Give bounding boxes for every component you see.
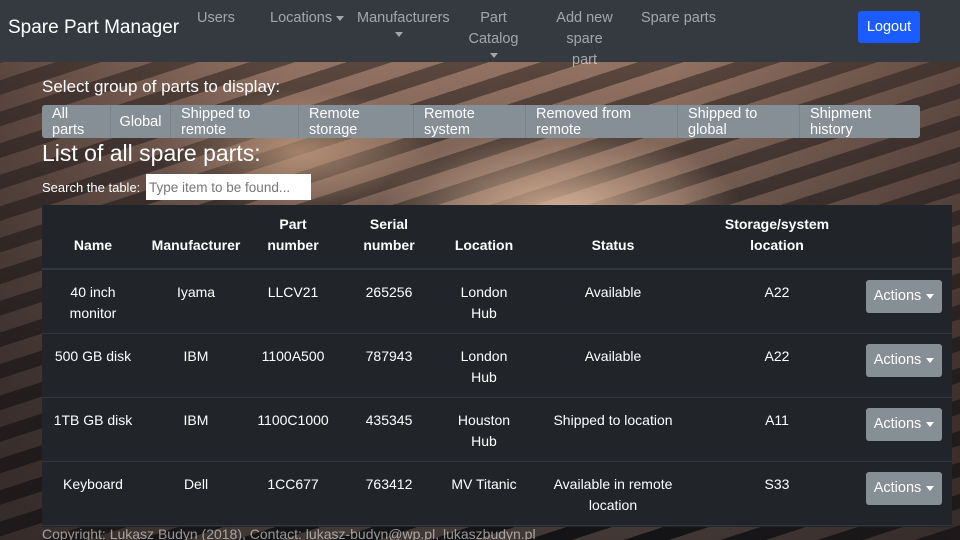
cell-actions: Actions bbox=[856, 269, 952, 334]
filter-remote-system-button[interactable]: Remote system bbox=[414, 105, 526, 138]
actions-dropdown-button[interactable]: Actions bbox=[866, 471, 942, 505]
cell-manufacturer: Dell bbox=[144, 461, 248, 526]
cell-part-number: LLCV21 bbox=[248, 269, 338, 334]
cell-storage-location: S33 bbox=[698, 461, 856, 526]
nav-manufacturers-label: Manufacturers bbox=[357, 10, 450, 26]
column-header-part-number[interactable]: Part number bbox=[248, 205, 338, 270]
caret-down-icon bbox=[926, 421, 935, 427]
caret-down-icon bbox=[926, 485, 935, 491]
cell-storage-location: A22 bbox=[698, 269, 856, 334]
filter-heading: Select group of parts to display: bbox=[42, 77, 281, 96]
logout-button[interactable]: Logout bbox=[858, 11, 920, 43]
cell-location: MV Titanic bbox=[440, 461, 528, 526]
cell-status: Available bbox=[528, 269, 698, 334]
cell-actions: Actions bbox=[856, 397, 952, 462]
cell-name: 40 inch monitor bbox=[42, 269, 144, 334]
cell-part-number: 1CC677 bbox=[248, 461, 338, 526]
actions-dropdown-button[interactable]: Actions bbox=[866, 407, 942, 441]
caret-down-icon bbox=[926, 357, 935, 363]
cell-serial-number: 787943 bbox=[338, 333, 440, 398]
cell-status: Available bbox=[528, 333, 698, 398]
cell-location: London Hub bbox=[440, 333, 528, 398]
column-header-status[interactable]: Status bbox=[528, 205, 698, 270]
cell-serial-number: 435345 bbox=[338, 397, 440, 462]
cell-storage-location: A22 bbox=[698, 333, 856, 398]
filter-shipment-history-button[interactable]: Shipment history bbox=[800, 105, 920, 138]
column-header-serial-number[interactable]: Serial number bbox=[338, 205, 440, 270]
table-row: Keyboard Dell 1CC677 763412 MV Titanic A… bbox=[42, 461, 952, 526]
search-label: Search the table: bbox=[42, 180, 141, 195]
column-header-manufacturer[interactable]: Manufacturer bbox=[144, 205, 248, 270]
nav-part-catalog-label: Part Catalog bbox=[468, 10, 519, 47]
column-header-storage-location[interactable]: Storage/system location bbox=[698, 205, 856, 270]
cell-serial-number: 265256 bbox=[338, 269, 440, 334]
nav-add-new-label-line2: spare part bbox=[566, 31, 603, 68]
column-header-name[interactable]: Name bbox=[42, 205, 144, 270]
filter-shipped-to-global-button[interactable]: Shipped to global bbox=[678, 105, 800, 138]
caret-down-icon bbox=[926, 294, 935, 299]
navbar: Spare Part Manager Users Locations Manuf… bbox=[0, 0, 960, 68]
parts-table: Name Manufacturer Part number Serial numbe… bbox=[42, 205, 952, 526]
nav-add-new-label-line1: Add new bbox=[556, 10, 613, 26]
brand[interactable]: Spare Part Manager bbox=[8, 17, 179, 39]
table-row: 40 inch monitor Iyama LLCV21 265256 Londo… bbox=[42, 269, 952, 334]
footer-copyright: Copyright: Lukasz Budyn (2018), Contact:… bbox=[42, 526, 536, 540]
filter-button-group: All parts Global Shipped to remote Remot… bbox=[42, 105, 920, 138]
list-title: List of all spare parts: bbox=[42, 140, 261, 166]
cell-manufacturer: Iyama bbox=[144, 269, 248, 334]
actions-dropdown-button[interactable]: Actions bbox=[866, 280, 942, 313]
nav-users[interactable]: Users bbox=[197, 8, 235, 29]
nav-part-catalog[interactable]: Part Catalog bbox=[457, 8, 530, 60]
actions-dropdown-button[interactable]: Actions bbox=[866, 343, 942, 377]
cell-storage-location: A11 bbox=[698, 397, 856, 462]
cell-manufacturer: IBM bbox=[144, 333, 248, 398]
search-input[interactable] bbox=[146, 174, 311, 200]
table-row: 500 GB disk IBM 1100A500 787943 London Hu… bbox=[42, 333, 952, 398]
nav-add-new-spare-part[interactable]: Add new spare part bbox=[553, 8, 616, 71]
cell-part-number: 1100A500 bbox=[248, 333, 338, 398]
nav-users-label: Users bbox=[197, 10, 235, 26]
nav-manufacturers[interactable]: Manufacturers bbox=[357, 8, 450, 39]
chevron-down-icon bbox=[395, 31, 403, 37]
filter-removed-from-remote-button[interactable]: Removed from remote bbox=[526, 105, 678, 138]
column-header-location[interactable]: Location bbox=[440, 205, 528, 270]
filter-global-button[interactable]: Global bbox=[111, 105, 171, 138]
filter-remote-storage-button[interactable]: Remote storage bbox=[299, 105, 414, 138]
nav-locations-label: Locations bbox=[270, 10, 333, 26]
nav-spare-parts[interactable]: Spare parts bbox=[641, 8, 716, 29]
chevron-down-icon bbox=[489, 52, 498, 58]
cell-name: 500 GB disk bbox=[42, 333, 144, 398]
nav-spare-parts-label: Spare parts bbox=[641, 10, 716, 26]
nav-locations[interactable]: Locations bbox=[270, 8, 345, 29]
filter-all-parts-button[interactable]: All parts bbox=[42, 105, 111, 138]
table-row: 1TB GB disk IBM 1100C1000 435345 Houston… bbox=[42, 397, 952, 462]
filter-shipped-to-remote-button[interactable]: Shipped to remote bbox=[171, 105, 299, 138]
cell-status: Available in remote location bbox=[528, 461, 698, 526]
cell-serial-number: 763412 bbox=[338, 461, 440, 526]
parts-table-container: Name Manufacturer Part number Serial numbe… bbox=[42, 205, 952, 527]
cell-part-number: 1100C1000 bbox=[248, 397, 338, 462]
table-header-row: Name Manufacturer Part number Serial numbe… bbox=[42, 205, 952, 270]
cell-actions: Actions bbox=[856, 333, 952, 398]
cell-status: Shipped to location bbox=[528, 397, 698, 462]
cell-location: Houston Hub bbox=[440, 397, 528, 462]
cell-name: Keyboard bbox=[42, 461, 144, 526]
cell-actions: Actions bbox=[856, 461, 952, 526]
column-header-actions bbox=[856, 205, 952, 270]
cell-manufacturer: IBM bbox=[144, 397, 248, 462]
cell-location: London Hub bbox=[440, 269, 528, 334]
cell-name: 1TB GB disk bbox=[42, 397, 144, 462]
chevron-down-icon bbox=[336, 15, 345, 21]
